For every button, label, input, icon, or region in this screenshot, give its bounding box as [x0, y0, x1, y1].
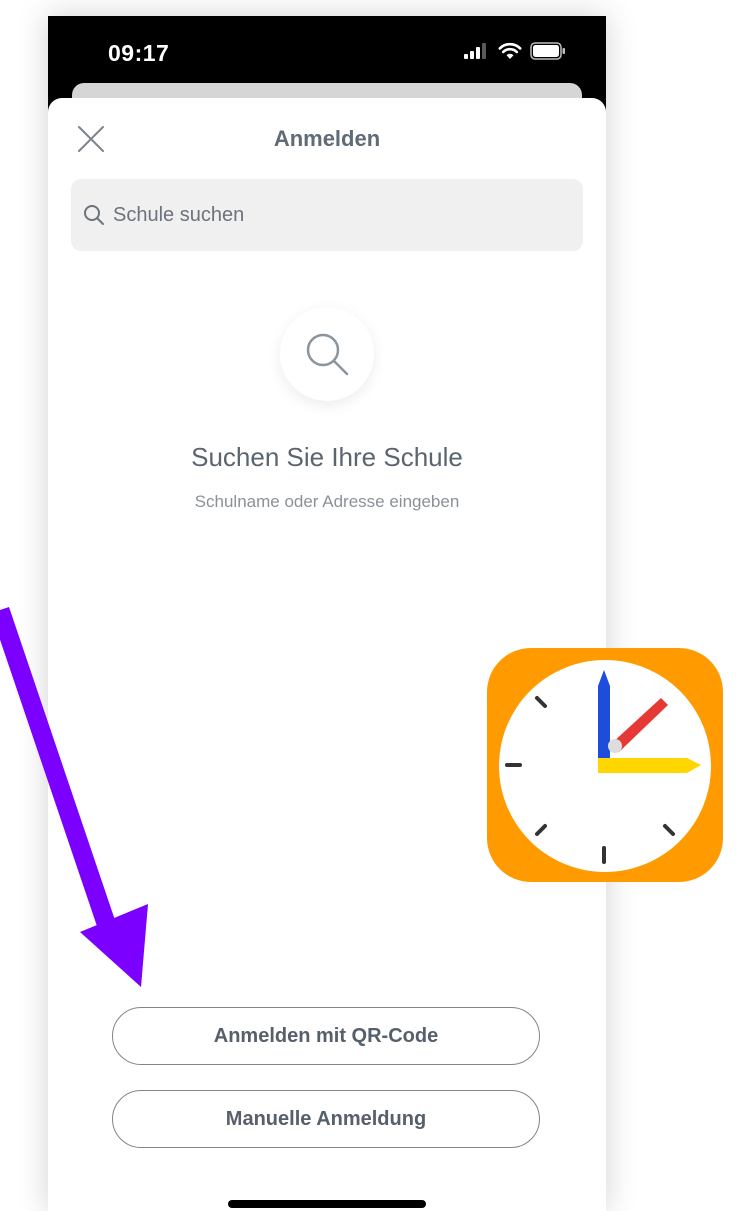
battery-icon — [530, 42, 565, 60]
status-icons — [464, 42, 566, 60]
status-bar: 09:17 — [48, 16, 606, 86]
sheet-title: Anmelden — [273, 126, 381, 151]
magnifier-icon — [306, 333, 349, 376]
wifi-icon — [498, 42, 522, 59]
clock-app-icon — [487, 648, 723, 882]
empty-state-subtitle: Schulname oder Adresse eingeben — [194, 492, 460, 511]
manual-login-button[interactable]: Manuelle Anmeldung — [112, 1090, 540, 1148]
home-indicator — [228, 1200, 426, 1208]
empty-state-icon-circle — [280, 307, 374, 401]
phone-screen: 09:17 Anmelden Schule suchen Suchen Sie … — [48, 16, 606, 1211]
empty-state-title: Suchen Sie Ihre Schule — [191, 442, 463, 472]
status-time: 09:17 — [108, 40, 170, 66]
screenshot-canvas: 09:17 Anmelden Schule suchen Suchen Sie … — [0, 0, 743, 1211]
qr-code-login-button[interactable]: Anmelden mit QR-Code — [112, 1007, 540, 1065]
search-icon — [84, 205, 104, 225]
school-search-input[interactable] — [111, 202, 575, 228]
search-bar[interactable] — [71, 179, 583, 251]
cellular-signal-icon — [464, 43, 486, 59]
